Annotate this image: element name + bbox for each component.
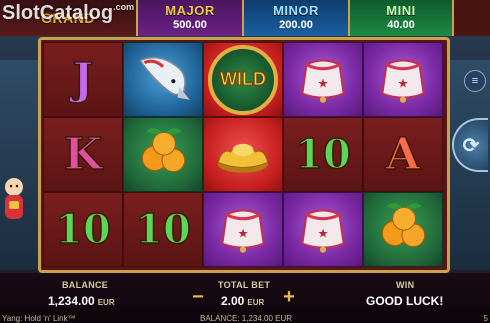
footer-balance: BALANCE: 1,234.00 EUR [200, 314, 293, 323]
reel-cell: ★ [363, 42, 443, 117]
jackpot-major-name: MAJOR [165, 3, 215, 18]
reel-cell: K [43, 117, 123, 192]
watermark-suffix: .com [113, 2, 135, 12]
balance-label: BALANCE [62, 280, 109, 290]
jackpot-mini-name: MINI [386, 3, 416, 18]
reel-grid: J WILD ★ ★ K 10 A 10 10 ★ ★ [43, 42, 445, 268]
symbol-j: J [72, 53, 94, 105]
jackpot-major-value: 500.00 [173, 19, 207, 31]
jackpot-mini-value: 40.00 [387, 19, 415, 31]
wild-symbol: WILD [208, 44, 278, 115]
reel-cell: ★ [283, 42, 363, 117]
increase-bet-button[interactable]: + [281, 287, 297, 307]
jackpot-major: MAJOR 500.00 [138, 0, 244, 36]
game-name: Yang: Hold 'n' Link™ [2, 314, 76, 323]
reel-cell: ★ [203, 192, 283, 267]
jackpot-minor: MINOR 200.00 [244, 0, 350, 36]
reel-cell: 10 [123, 192, 203, 267]
lucky-bag-icon: ★ [292, 196, 354, 263]
left-scenery [0, 60, 40, 270]
hud-bar: BALANCE 1,234.00 EUR − TOTAL BET 2.00 EUR … [0, 273, 490, 323]
jackpot-mini: MINI 40.00 [350, 0, 454, 36]
reel-cell [363, 192, 443, 267]
reel-cell: 10 [43, 192, 123, 267]
wild-text: WILD [220, 69, 267, 90]
win-label: WIN [396, 280, 415, 290]
symbol-10: 10 [294, 130, 351, 178]
symbol-k: K [63, 128, 103, 180]
reel-cell [123, 117, 203, 192]
reel-cell [203, 117, 283, 192]
svg-text:★: ★ [397, 75, 408, 90]
svg-text:★: ★ [237, 225, 248, 240]
footer-right-text: 5 [483, 314, 488, 323]
balance-value: 1,234.00 [48, 294, 95, 308]
reel-cell: A [363, 117, 443, 192]
watermark-text: SlotCatalog [2, 2, 114, 24]
reel-cell: ★ [283, 192, 363, 267]
jackpot-corner-deco [454, 0, 490, 36]
total-bet-label: TOTAL BET [218, 280, 271, 290]
reel-cell [123, 42, 203, 117]
svg-text:★: ★ [317, 225, 328, 240]
lucky-bag-icon: ★ [292, 46, 354, 113]
jackpot-minor-name: MINOR [273, 3, 319, 18]
symbol-a: A [385, 128, 421, 180]
total-bet-value: 2.00 [221, 294, 245, 308]
lucky-bag-icon: ★ [372, 46, 434, 113]
win-value: GOOD LUCK! [366, 294, 444, 308]
mascot-character-icon [5, 178, 23, 219]
watermark: SlotCatalog.com [2, 2, 134, 25]
balance-display: 1,234.00 EUR [48, 294, 115, 308]
total-bet-display: 2.00 EUR [221, 294, 264, 308]
gold-ingot-icon [212, 121, 274, 188]
jackpot-minor-value: 200.00 [279, 19, 313, 31]
reel-cell: WILD [203, 42, 283, 117]
menu-button[interactable]: ≡ [464, 70, 486, 92]
reel-cell: J [43, 42, 123, 117]
reel-frame: J WILD ★ ★ K 10 A 10 10 ★ ★ [38, 37, 450, 273]
reel-cell: 10 [283, 117, 363, 192]
symbol-10: 10 [134, 205, 191, 253]
koi-fish-icon [132, 46, 194, 113]
lucky-bag-icon: ★ [212, 196, 274, 263]
balance-unit: EUR [97, 298, 115, 307]
symbol-10: 10 [54, 205, 111, 253]
spin-arrows-icon: ⟳ [462, 134, 480, 157]
game-scene: SlotCatalog.com GRAND MAJOR 500.00 MINOR… [0, 0, 490, 323]
decrease-bet-button[interactable]: − [190, 287, 206, 307]
total-bet-unit: EUR [247, 298, 265, 307]
oranges-icon [372, 196, 434, 263]
svg-text:★: ★ [317, 75, 328, 90]
oranges-icon [132, 121, 194, 188]
